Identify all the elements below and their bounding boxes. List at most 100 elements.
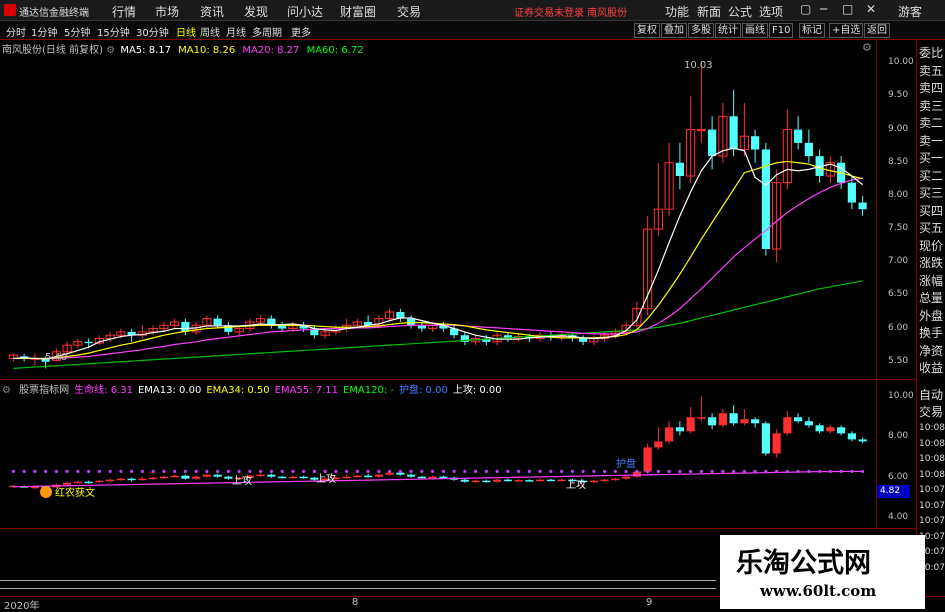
- ind-bar: [772, 433, 781, 454]
- tool-diejia[interactable]: 叠加: [661, 23, 687, 38]
- lifeline-dot: [87, 469, 91, 474]
- menu-shichang[interactable]: 市场: [155, 3, 179, 20]
- side-label: 卖五: [919, 63, 944, 78]
- ind-bar: [847, 433, 856, 440]
- ind-bar: [278, 476, 287, 479]
- menu-caifuquan[interactable]: 财富圈: [340, 3, 376, 20]
- maximize-icon[interactable]: □: [842, 2, 853, 16]
- lifeline-dot: [818, 469, 822, 474]
- period-daily[interactable]: 日线: [176, 24, 196, 39]
- side-label: 卖二: [919, 116, 944, 130]
- tool-duogu[interactable]: 多股: [688, 23, 714, 38]
- lifeline-dot: [452, 469, 456, 474]
- lifeline-dot: [624, 469, 628, 474]
- side-time: 10:08: [919, 423, 945, 433]
- period-fenshi[interactable]: 分时: [6, 24, 26, 39]
- period-more[interactable]: 更多: [291, 24, 311, 39]
- candlestick-chart[interactable]: [0, 40, 876, 528]
- period-1min[interactable]: 1分钟: [31, 24, 57, 39]
- tool-fanhui[interactable]: 返回: [864, 23, 890, 38]
- tool-tongji[interactable]: 统计: [715, 23, 741, 38]
- lifeline-dot: [667, 469, 671, 474]
- ind-bar: [858, 439, 867, 442]
- lifeline-dot: [280, 469, 284, 474]
- ind-bar: [815, 425, 824, 432]
- menu-jiaoyi[interactable]: 交易: [397, 3, 421, 20]
- tool-f10[interactable]: F10: [769, 23, 794, 38]
- ind-bar: [342, 476, 351, 479]
- x-axis-label: 9: [646, 597, 653, 608]
- watermark-url: www.60lt.com: [760, 582, 877, 600]
- menu-gongneng[interactable]: 功能: [665, 3, 689, 20]
- tool-biaoji[interactable]: 标记: [799, 23, 825, 38]
- ind-bar: [256, 474, 265, 477]
- side-label: 买二: [919, 168, 944, 183]
- tool-huaxian[interactable]: 画线: [742, 23, 768, 38]
- period-monthly[interactable]: 月线: [226, 24, 246, 39]
- menu-hangqing[interactable]: 行情: [112, 3, 136, 20]
- tool-zixuan[interactable]: +自选: [829, 23, 864, 38]
- side-time: 10:08: [919, 454, 945, 464]
- lifeline-dot: [527, 469, 531, 474]
- ind-bar: [73, 481, 82, 484]
- menu-faxian[interactable]: 发现: [244, 3, 268, 20]
- candle-body: [729, 116, 738, 150]
- side-label: 买一: [919, 151, 944, 165]
- side-lower-label: 自动: [919, 388, 944, 402]
- ind-bar: [192, 476, 201, 479]
- lifeline-dot: [441, 469, 445, 474]
- candle-body: [858, 202, 867, 210]
- ind-bar: [546, 479, 555, 482]
- lifeline-dot: [796, 469, 800, 474]
- minimize-icon[interactable]: ─: [820, 2, 827, 16]
- hong-signal-label: 红农获文: [55, 488, 95, 499]
- y-tick-label: 6.50: [888, 289, 909, 300]
- side-label: 收益: [919, 361, 944, 375]
- y-tick-label: 10.00: [888, 57, 914, 68]
- period-15min[interactable]: 15分钟: [97, 24, 130, 39]
- close-icon[interactable]: ✕: [866, 2, 876, 16]
- lifeline-dot: [302, 469, 306, 474]
- side-label: 买三: [919, 186, 944, 200]
- indicator-current-marker: 4.82: [877, 485, 910, 498]
- lifeline-dot: [592, 469, 596, 474]
- ind-bar: [159, 476, 168, 479]
- lifeline-dot: [173, 469, 177, 474]
- lifeline-dot: [861, 469, 865, 474]
- lifeline-dot: [495, 469, 499, 474]
- candle-body: [847, 182, 856, 203]
- lifeline-dot: [710, 469, 714, 474]
- lifeline-dot: [226, 469, 230, 474]
- lifeline-dot: [431, 469, 435, 474]
- lifeline-dot: [11, 469, 15, 474]
- period-5min[interactable]: 5分钟: [64, 24, 90, 39]
- scroll-line-1: [0, 580, 716, 581]
- restore-icon[interactable]: ▢: [800, 2, 811, 16]
- ind-tick-label: 10.00: [888, 391, 914, 402]
- menu-wenxiaoda[interactable]: 问小达: [287, 3, 323, 20]
- lifeline-dot: [678, 469, 682, 474]
- lifeline-dot: [484, 469, 488, 474]
- side-label: 换手: [919, 326, 944, 340]
- candle-body: [579, 338, 588, 342]
- period-toolbar: 分时 1分钟 5分钟 15分钟 30分钟 日线 周线 月线 多周期 更多 复权 …: [0, 21, 945, 40]
- lifeline-dot: [355, 469, 359, 474]
- period-30min[interactable]: 30分钟: [136, 24, 169, 39]
- period-multi[interactable]: 多周期: [252, 24, 282, 39]
- side-label: 委比: [919, 46, 944, 60]
- menu-bar: 通达信金融终端 行情 市场 资讯 发现 问小达 财富圈 交易 证券交易未登录 南…: [0, 0, 945, 21]
- side-label: 净资: [919, 343, 944, 358]
- lifeline-dot: [742, 469, 746, 474]
- side-time: 10:08: [919, 438, 945, 449]
- menu-xuanxiang[interactable]: 选项: [759, 3, 783, 20]
- menu-xinmian[interactable]: 新面: [697, 3, 721, 20]
- tool-fuquan[interactable]: 复权: [634, 23, 660, 38]
- lifeline-dot: [581, 469, 585, 474]
- login-notice[interactable]: 证券交易未登录 南风股份: [514, 4, 627, 19]
- guest-label[interactable]: 游客: [898, 3, 922, 20]
- menu-gongshi[interactable]: 公式: [728, 3, 752, 20]
- menu-zixun[interactable]: 资讯: [200, 3, 224, 20]
- side-label: 涨跌: [919, 256, 944, 270]
- hupan-label: 护盘: [616, 459, 636, 470]
- period-weekly[interactable]: 周线: [200, 24, 220, 39]
